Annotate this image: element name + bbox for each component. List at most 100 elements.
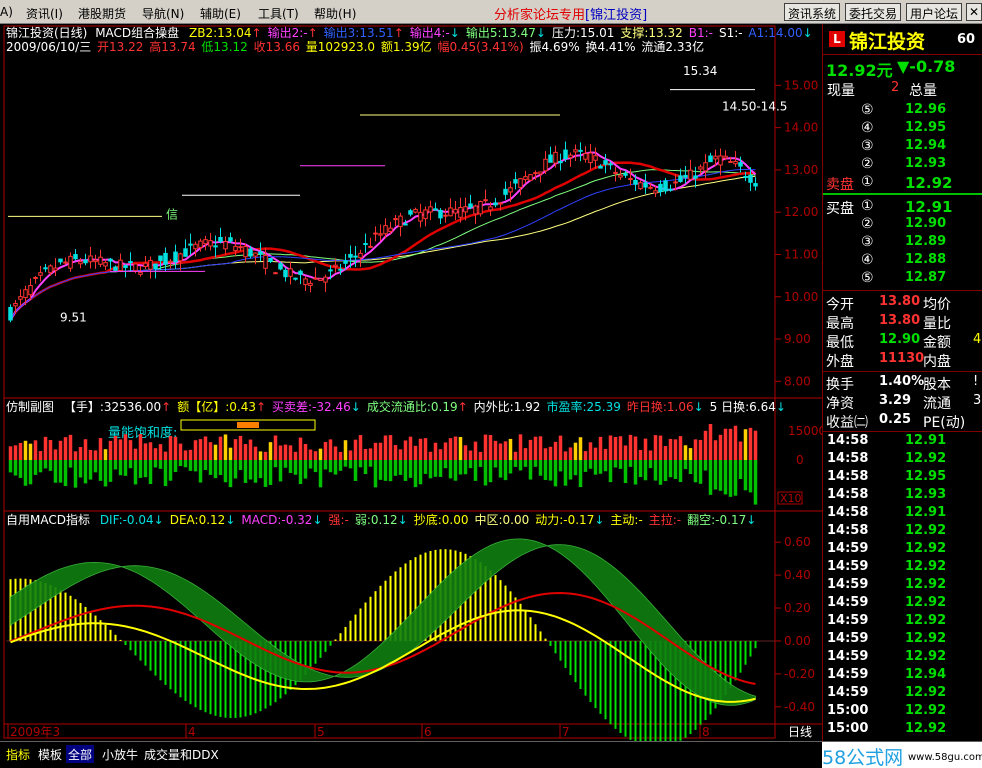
volume-bar-down <box>258 460 263 479</box>
candle <box>323 276 328 283</box>
macd-header-item: 中区:0.00 <box>474 512 529 527</box>
header-line1-arrow: ↓ <box>450 26 460 40</box>
user-forum-button[interactable]: 用户论坛 <box>906 3 963 21</box>
menu-item-navigate[interactable]: 导航(N) <box>142 5 184 22</box>
candle <box>208 240 213 247</box>
macd-histogram-bar <box>584 640 587 696</box>
candle <box>423 209 428 220</box>
chart-area[interactable]: 锦江投资(日线) MACD组合操盘 ZB2:13.04↑ 输出2:-↑ 输出3:13… <box>0 24 826 748</box>
volume-bar-up <box>253 446 258 460</box>
volume-bar-down <box>263 460 268 487</box>
menu-item-tools[interactable]: 工具(T) <box>258 5 299 22</box>
tab-all[interactable]: 全部 <box>66 745 95 763</box>
news-system-button[interactable]: 资讯系统 <box>784 3 841 21</box>
volume-bar-up <box>643 438 648 460</box>
buy-level: ⑤ <box>861 270 874 286</box>
volume-header-arrow: ↓ <box>694 400 704 414</box>
stat-label: 外盘 <box>826 354 854 370</box>
ma-blue-line <box>10 169 756 321</box>
candle <box>618 174 623 178</box>
volume-bar-up <box>733 425 738 460</box>
trade-button[interactable]: 委托交易 <box>845 3 902 21</box>
tick-row: 14:59 12.92 <box>823 685 982 703</box>
volume-bar-down <box>638 460 643 478</box>
candle <box>128 261 133 264</box>
candle <box>433 208 438 211</box>
volume-bar-down <box>143 460 148 478</box>
volume-bar-up <box>18 442 23 460</box>
price-tick-label: 14.00 <box>784 121 818 135</box>
menu-item-help[interactable]: 帮助(H) <box>314 5 356 22</box>
range-annotation: 14.50-14.5 <box>722 100 787 114</box>
candle <box>78 261 83 265</box>
volume-bar-down <box>408 460 413 478</box>
volume-bar-up <box>218 436 223 460</box>
volume-bar-down <box>153 460 158 468</box>
ma-magenta-line <box>9 151 757 321</box>
menu-item-a[interactable]: A) <box>0 5 13 19</box>
volume-bar-up <box>313 451 318 460</box>
volume-bar-up <box>463 445 468 460</box>
divider <box>823 54 982 55</box>
candle <box>348 253 353 258</box>
tab-indicator[interactable]: 指标 <box>4 745 32 763</box>
sell-level: ② <box>861 156 874 172</box>
volume-bar-up <box>63 437 68 460</box>
chart-svg[interactable]: 锦江投资(日线) MACD组合操盘 ZB2:13.04↑ 输出2:-↑ 输出3:13… <box>0 24 826 748</box>
menu-item-assist[interactable]: 辅助(E) <box>200 5 241 22</box>
candle <box>163 252 168 265</box>
header-open: 开13.22 <box>97 40 143 54</box>
volume-bar-up <box>13 445 18 460</box>
volume-bar-down <box>298 460 303 485</box>
tick-row: 14:59 12.92 <box>823 595 982 613</box>
candle <box>668 188 673 191</box>
candle <box>503 188 508 195</box>
macd-header-item: MACD:-0.32 <box>241 513 312 527</box>
candle <box>43 267 48 270</box>
macd-histogram-bar <box>114 634 117 641</box>
volume-bar-down <box>428 460 433 479</box>
volume-bar-down <box>393 460 398 476</box>
volume-bar-down <box>403 460 408 481</box>
volume-bar-down <box>573 460 578 476</box>
menu-item-hk-futures[interactable]: 港股期货 <box>78 5 126 22</box>
candle <box>123 265 128 269</box>
candle <box>8 306 13 321</box>
tick-price: 12.92 <box>905 721 947 736</box>
quote-panel: L 锦江投资 60 12.92元 ▼-0.78 现量 2 总量 ⑤ 12.96 ④ 12.95 ③ 12.… <box>822 24 982 741</box>
macd-histogram-bar <box>234 640 237 718</box>
tab-volume-ddx[interactable]: 成交量和DDX <box>142 745 221 763</box>
volume-bar-down <box>113 460 118 470</box>
tick-time: 14:59 <box>827 577 869 592</box>
watermark: 58公式网 www.58gu.com <box>822 742 982 768</box>
volume-bar-down <box>163 460 168 487</box>
candle <box>563 149 568 160</box>
menu-item-info[interactable]: 资讯(I) <box>26 5 63 22</box>
volume-bar-up <box>343 440 348 460</box>
volume-bar-down <box>333 460 338 475</box>
volume-header-item: 5 日换:6.64 <box>710 400 776 414</box>
candle <box>608 163 613 166</box>
x-tick-label: 2009年3 <box>10 725 60 739</box>
price-tick-label: 9.00 <box>784 332 811 346</box>
macd-histogram-bar <box>739 640 742 673</box>
stat-label: 量比 <box>923 316 951 332</box>
volume-bar-down <box>148 460 153 485</box>
stat-value: 13.80 <box>879 313 921 328</box>
tab-template[interactable]: 模板 <box>36 745 64 763</box>
volume-bar-down <box>243 460 248 483</box>
price-row: 12.92元 ▼-0.78 <box>823 57 982 80</box>
volume-bar-up <box>403 440 408 460</box>
candle <box>538 171 543 175</box>
candle <box>713 155 718 160</box>
volume-bar-up <box>663 446 668 460</box>
volume-bar-down <box>398 460 403 475</box>
volume-bar-up <box>698 439 703 460</box>
macd-histogram-bar <box>319 640 322 658</box>
candle <box>218 236 223 242</box>
close-icon[interactable]: ✕ <box>966 3 982 21</box>
tick-time: 14:59 <box>827 649 869 664</box>
candle <box>303 278 308 286</box>
buy-level: ② <box>861 216 874 232</box>
tab-xiaofangniu[interactable]: 小放牛 <box>100 745 140 763</box>
